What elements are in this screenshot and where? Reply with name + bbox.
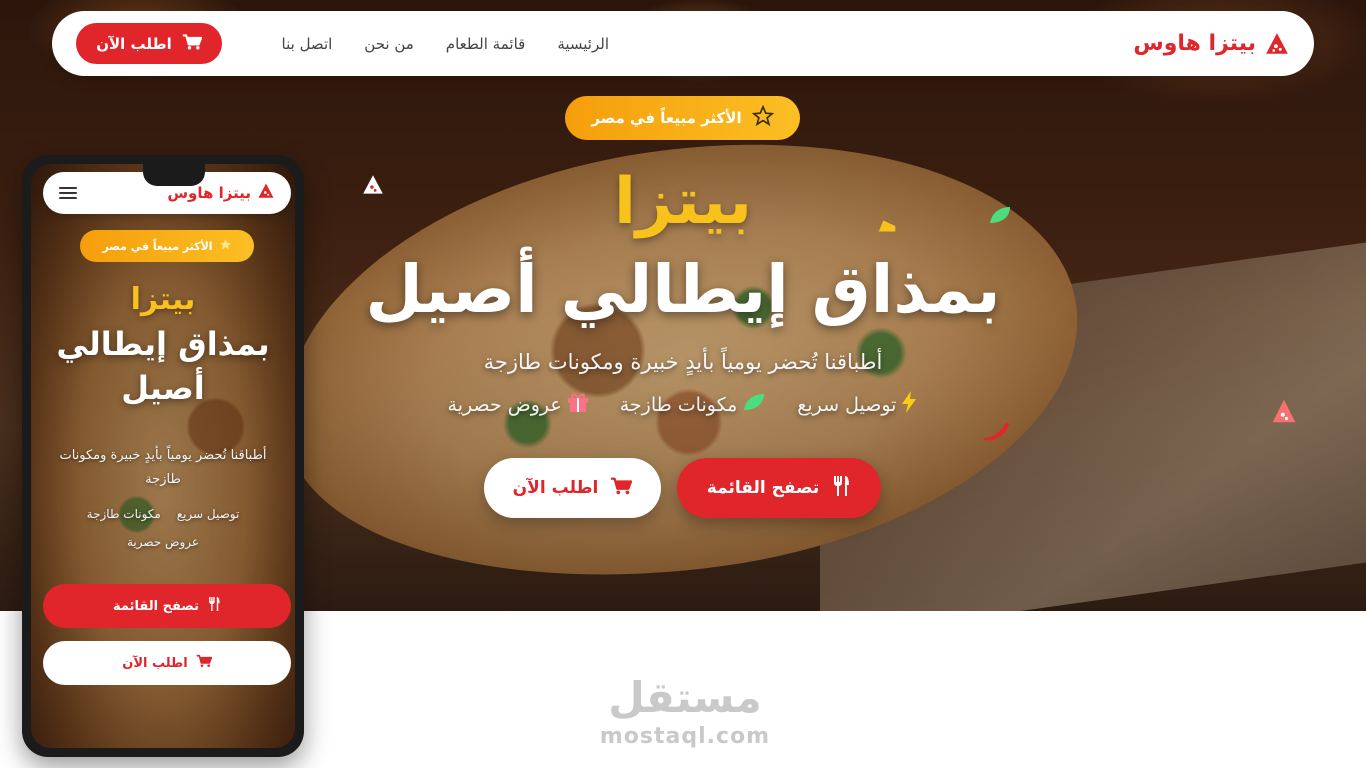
feature-exclusive-offers: عروض حصرية [448,390,590,419]
order-now-button[interactable]: اطلب الآن [76,23,222,64]
nav-link-about[interactable]: من نحن [364,35,414,53]
mobile-browse-menu-label: تصفح القائمة [113,598,199,614]
watermark-latin: mostaql.com [599,724,771,749]
mobile-feature-fresh-ingredients: مكونات طازجة [86,507,161,521]
pizza-slice-icon [257,182,275,204]
mobile-features: توصيل سريع مكونات طازجة عروض حصرية [45,500,281,556]
cart-icon [610,476,633,501]
mobile-feature-exclusive-offers: عروض حصرية [126,535,200,549]
mobile-browse-menu-button[interactable]: تصفح القائمة [43,584,291,628]
feature-fresh-ingredients: مكونات طازجة [620,390,768,419]
feature-fast-delivery: توصيل سريع [797,390,918,419]
star-icon [219,238,232,254]
lightning-icon [900,390,918,419]
gift-icon [566,391,590,418]
cart-icon [196,654,212,672]
mobile-order-now-button[interactable]: اطلب الآن [43,641,291,685]
navbar: بيتزا هاوس الرئيسية قائمة الطعام من نحن … [52,11,1314,76]
phone-screen: بيتزا هاوس الأكثر مبيعاً في مصر بيتزا بم… [31,164,295,748]
nav-link-home[interactable]: الرئيسية [557,35,609,53]
mobile-best-seller-badge: الأكثر مبيعاً في مصر [80,230,254,262]
phone-mockup: بيتزا هاوس الأكثر مبيعاً في مصر بيتزا بم… [22,155,304,757]
mobile-brand-name: بيتزا هاوس [167,184,251,202]
badge-label: الأكثر مبيعاً في مصر [591,109,742,127]
order-now-hero-button[interactable]: اطلب الآن [484,458,661,518]
best-seller-badge: الأكثر مبيعاً في مصر [565,96,800,140]
mobile-subtitle: أطباقنا تُحضر يومياً بأيدٍ خبيرة ومكونات… [59,448,267,487]
brand-logo[interactable]: بيتزا هاوس [1133,11,1290,76]
mobile-feature-fast-delivery: توصيل سريع [176,507,240,521]
cart-icon [182,33,202,55]
mobile-order-now-label: اطلب الآن [122,655,188,671]
nav-link-menu[interactable]: قائمة الطعام [446,35,526,53]
browse-menu-button[interactable]: تصفح القائمة [677,458,881,518]
feature-label: توصيل سريع [797,393,897,416]
feature-label: عروض حصرية [447,393,562,416]
nav-links: الرئيسية قائمة الطعام من نحن اتصل بنا [250,11,609,76]
mobile-title: بمذاق إيطالي أصيل [56,325,270,407]
mobile-title-highlight: بيتزا [130,282,196,317]
order-now-hero-label: اطلب الآن [512,478,599,498]
watermark-arabic: مستقل [608,673,762,722]
brand-name: بيتزا هاوس [1133,31,1256,56]
pizza-slice-icon [1264,31,1290,57]
star-icon [751,104,774,131]
mobile-badge-label: الأكثر مبيعاً في مصر [102,239,213,253]
feature-label: مكونات طازجة [619,393,738,416]
leaf-icon [741,392,767,417]
nav-link-contact[interactable]: اتصل بنا [282,35,333,53]
phone-notch [143,164,205,186]
fork-knife-icon [207,596,221,616]
hamburger-menu-icon[interactable] [59,184,77,202]
order-now-label: اطلب الآن [96,34,172,53]
browse-menu-label: تصفح القائمة [706,478,820,498]
fork-knife-icon [831,475,851,502]
chili-icon [982,418,1010,446]
